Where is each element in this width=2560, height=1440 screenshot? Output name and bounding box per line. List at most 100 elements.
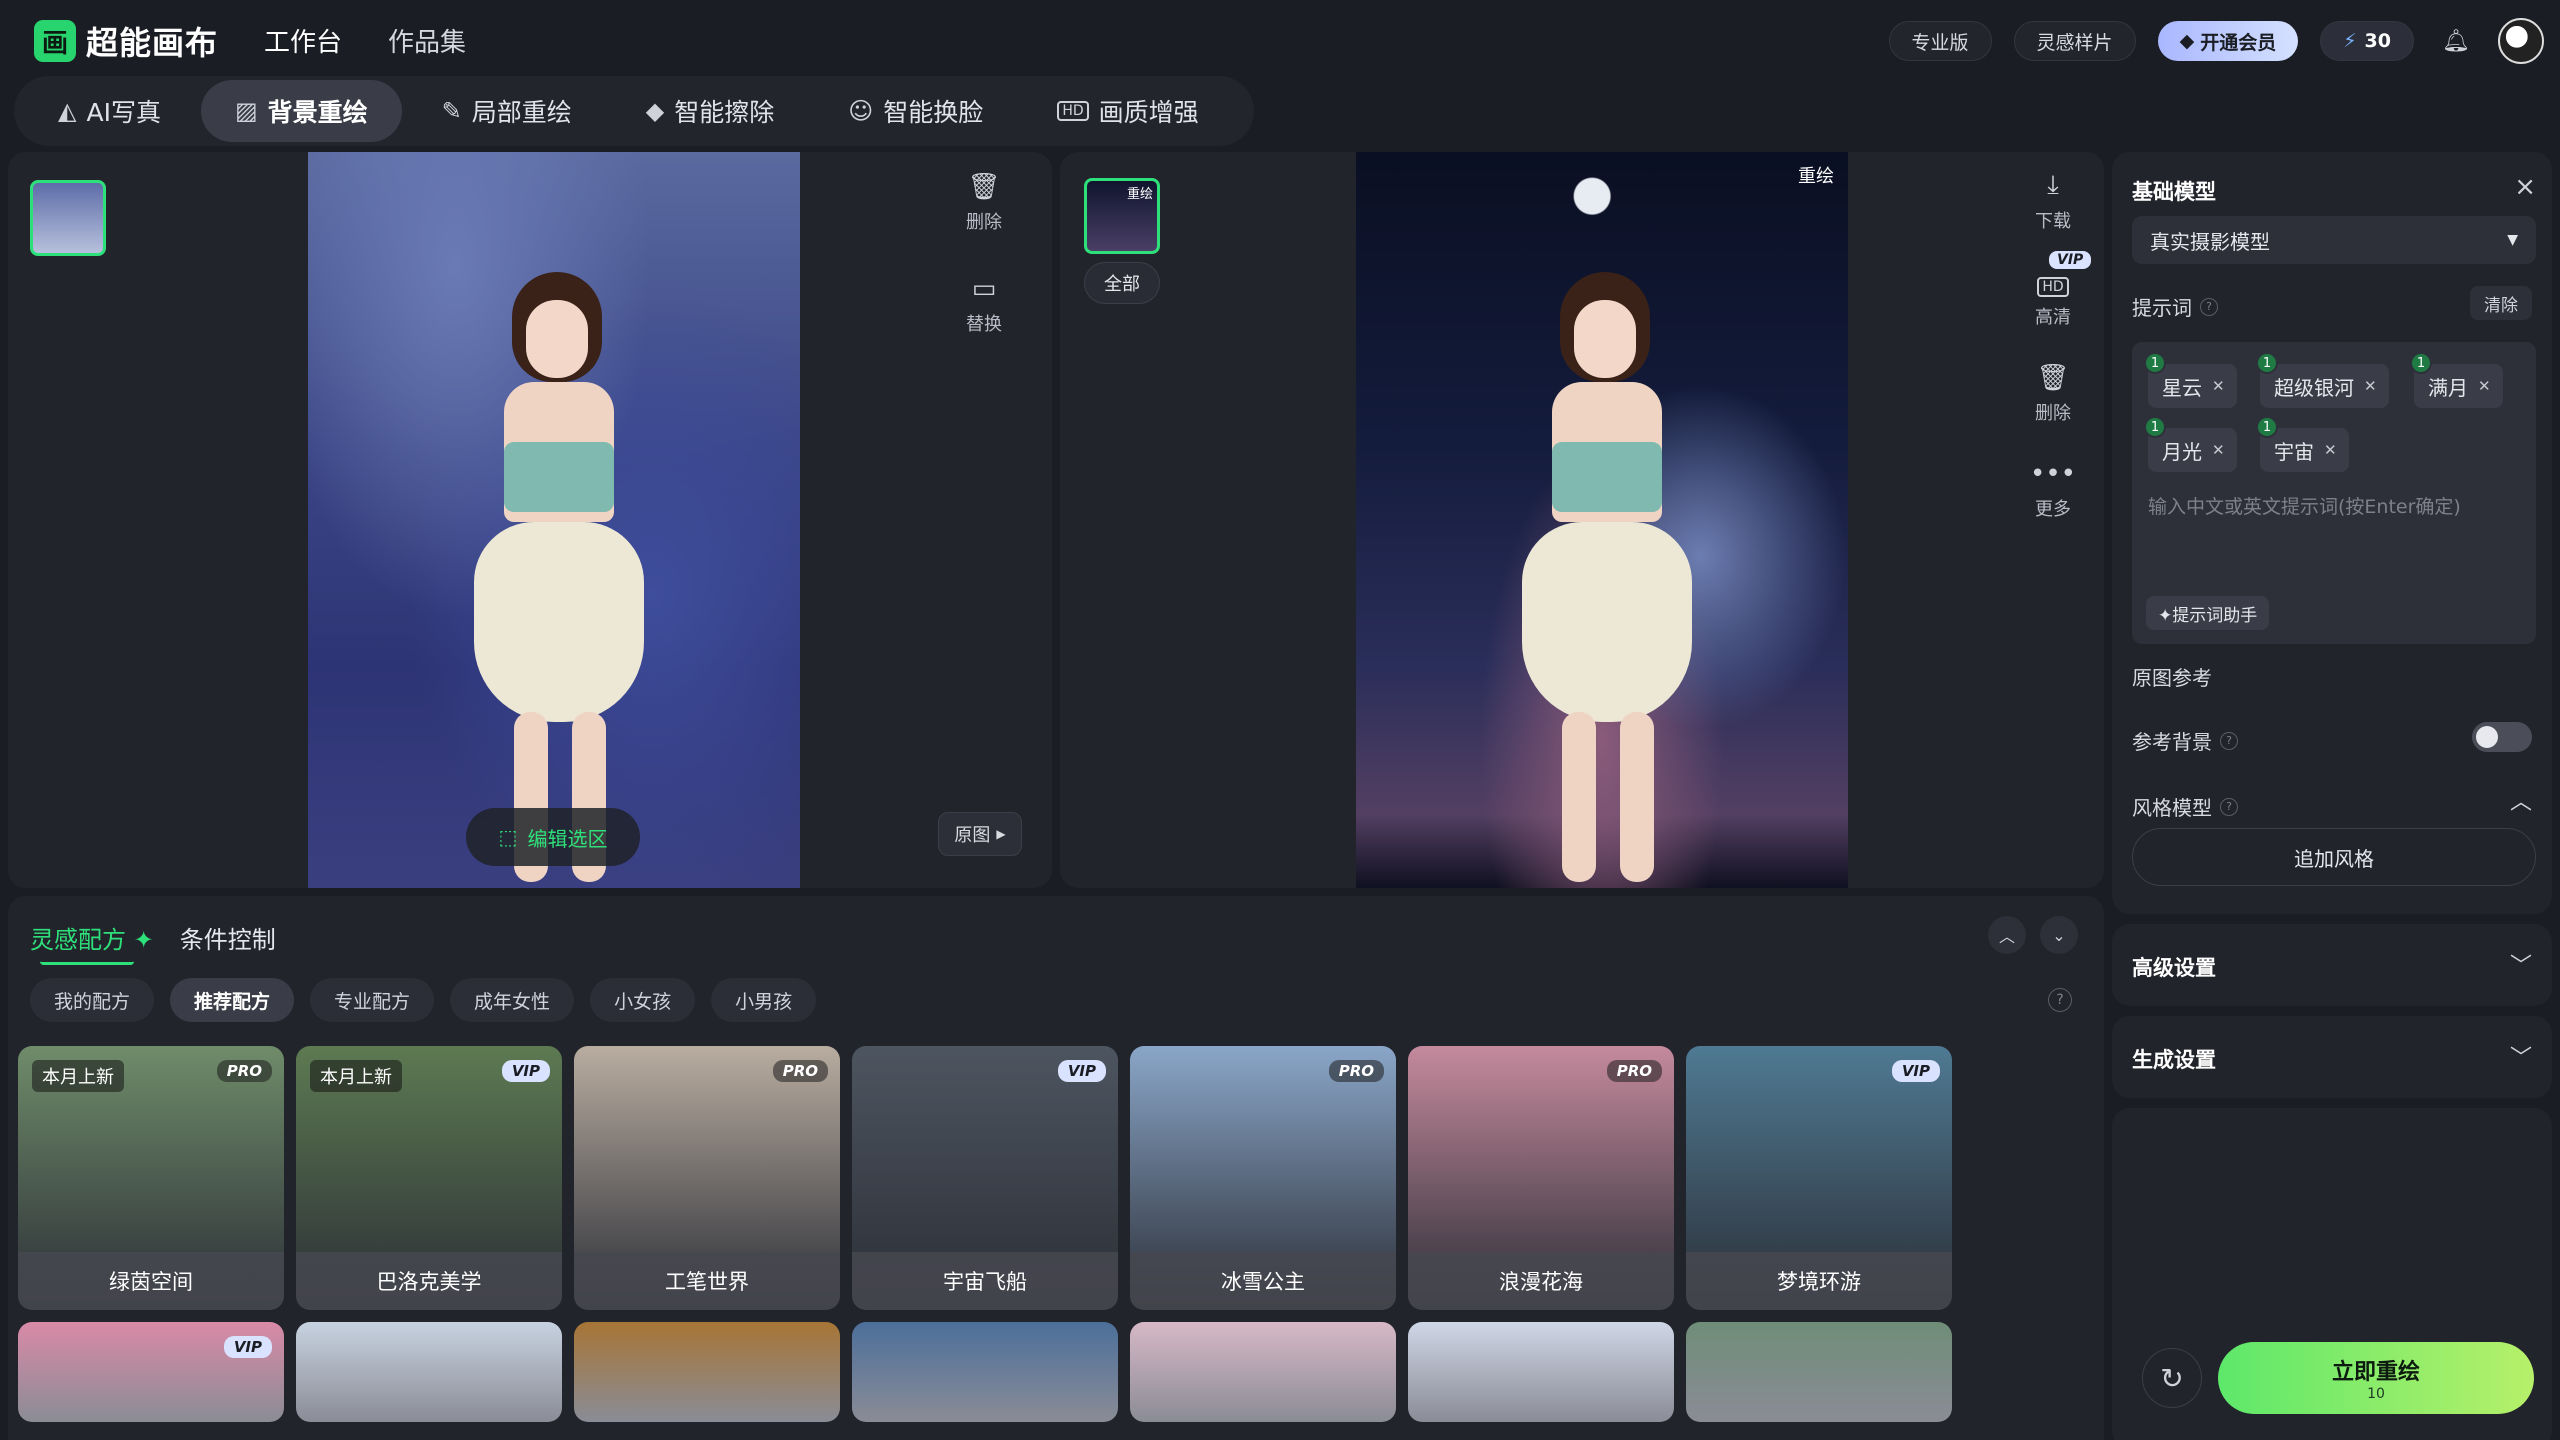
close-icon[interactable]: × [2514, 172, 2536, 202]
recipe-card[interactable]: PRO 冰雪公主 [1130, 1046, 1396, 1310]
generate-settings-section[interactable]: 生成设置 ﹀ [2112, 1016, 2552, 1098]
vip-button[interactable]: ◆ 开通会员 [2157, 21, 2299, 61]
all-button[interactable]: 全部 [1084, 262, 1160, 304]
diamond-icon: ◆ [2179, 30, 2195, 52]
credits-pill[interactable]: ⚡ 30 [2320, 21, 2414, 61]
tab-smart-erase[interactable]: ◆ 智能擦除 [612, 80, 808, 142]
tab-quality-enhance[interactable]: HD 画质增强 [1023, 80, 1232, 142]
trash-icon: 🗑︎ [967, 172, 1001, 202]
delete-result-button[interactable]: 🗑︎ 删除 [2035, 363, 2071, 425]
recipe-card[interactable] [574, 1322, 840, 1422]
app-logo[interactable]: 画 超能画布 [34, 18, 218, 64]
refresh-icon[interactable]: ↻ [2142, 1348, 2202, 1408]
tab-partial-redraw[interactable]: ✎ 局部重绘 [408, 80, 606, 142]
replace-button[interactable]: ▭ 替换 [966, 274, 1002, 336]
recipe-card[interactable] [296, 1322, 562, 1422]
recipe-card[interactable]: PRO 浪漫花海 [1408, 1046, 1674, 1310]
recipe-card[interactable]: PRO 工笔世界 [574, 1046, 840, 1310]
brush-icon: ✎ [441, 97, 462, 125]
recipe-card[interactable]: 本月上新 VIP 巴洛克美学 [296, 1046, 562, 1310]
help-icon[interactable]: ? [2220, 731, 2238, 750]
prompt-tag[interactable]: 1 月光 ✕ [2144, 416, 2237, 472]
chevron-up-icon[interactable]: ︿ [2510, 784, 2532, 816]
recipe-card[interactable]: VIP 宇宙飞船 [852, 1046, 1118, 1310]
prompt-box: 1 星云 ✕ 1 超级银河 ✕ 1 满月 ✕ 1 月光 ✕ 1 宇宙 ✕ 输入中文或英文提示词(按E… [2132, 342, 2536, 644]
prompt-tag-label: 满月 [2428, 375, 2468, 400]
tab-label: 智能换脸 [883, 98, 984, 127]
recipe-card[interactable] [1408, 1322, 1674, 1422]
nav-gallery[interactable]: 作品集 [388, 22, 466, 59]
chevron-up-icon[interactable]: ︿ [1988, 916, 2026, 954]
chip-adult-female[interactable]: 成年女性 [450, 978, 575, 1022]
delete-button[interactable]: 🗑︎ 删除 [966, 172, 1002, 234]
top-bar: 画 超能画布 工作台 作品集 专业版 灵感样片 ◆ 开通会员 ⚡ 30 🔔︎ [0, 0, 2560, 85]
credits-count: 30 [2364, 30, 2391, 52]
chip-little-boy[interactable]: 小男孩 [711, 978, 817, 1022]
close-icon[interactable]: ✕ [2478, 377, 2491, 395]
base-model-select[interactable]: 真实摄影模型 ▼ [2132, 216, 2536, 264]
prompt-tag[interactable]: 1 超级银河 ✕ [2256, 352, 2389, 408]
close-icon[interactable]: ✕ [2364, 377, 2377, 395]
help-icon[interactable]: ? [2220, 797, 2238, 816]
prompt-tag[interactable]: 1 满月 ✕ [2410, 352, 2503, 408]
help-icon[interactable]: ? [2048, 988, 2072, 1012]
nav-workbench[interactable]: 工作台 [264, 22, 342, 85]
tab-background-redraw[interactable]: ▨ 背景重绘 [200, 80, 402, 142]
result-thumbnail[interactable]: 重绘 [1084, 178, 1160, 254]
source-actions: 🗑︎ 删除 ▭ 替换 [966, 172, 1002, 336]
tier-badge: PRO [772, 1060, 828, 1082]
caret-down-icon: ▼ [2507, 232, 2518, 248]
original-button[interactable]: 原图 ▶ [938, 812, 1022, 856]
recipe-card[interactable]: 本月上新 PRO 绿茵空间 [18, 1046, 284, 1310]
tier-badge: PRO [1606, 1060, 1662, 1082]
ref-background-label: 参考背景 [2132, 730, 2212, 754]
recipe-card[interactable] [1686, 1322, 1952, 1422]
chip-little-girl[interactable]: 小女孩 [590, 978, 696, 1022]
bell-icon[interactable]: 🔔︎ [2436, 21, 2476, 61]
add-style-button[interactable]: 追加风格 [2132, 828, 2536, 886]
subject-figure [434, 252, 674, 888]
edit-selection-button[interactable]: ⬚ 编辑选区 [466, 808, 640, 866]
close-icon[interactable]: ✕ [2212, 377, 2225, 395]
recipe-card[interactable] [1130, 1322, 1396, 1422]
advanced-settings-section[interactable]: 高级设置 ﹀ [2112, 924, 2552, 1006]
result-image[interactable]: 重绘 [1356, 152, 1848, 888]
help-icon[interactable]: ? [2200, 297, 2218, 316]
clear-button[interactable]: 清除 [2470, 286, 2532, 320]
inspire-samples-button[interactable]: 灵感样片 [2013, 21, 2136, 61]
prompt-input[interactable]: 输入中文或英文提示词(按Enter确定) [2148, 492, 2461, 519]
avatar[interactable] [2498, 18, 2544, 64]
prompt-tag[interactable]: 1 宇宙 ✕ [2256, 416, 2349, 472]
prompt-assistant-button[interactable]: ✦提示词助手 [2146, 596, 2270, 630]
source-image[interactable] [308, 152, 800, 888]
hd-button[interactable]: VIP HD 高清 [2035, 251, 2092, 329]
chip-recommended[interactable]: 推荐配方 [170, 978, 295, 1022]
tab-ai-portrait[interactable]: ◭ AI写真 [24, 80, 195, 142]
delete-label: 删除 [966, 212, 1002, 233]
ref-background-row: 参考背景 ? [2132, 726, 2238, 755]
original-ref-label: 原图参考 [2132, 666, 2212, 690]
recipe-tabs: 灵感配方 ✦ 条件控制 [30, 920, 276, 965]
prompt-tag-label: 超级银河 [2274, 375, 2354, 400]
ref-background-toggle[interactable] [2472, 722, 2532, 752]
eraser-icon: ◆ [645, 97, 665, 125]
more-button[interactable]: ••• 更多 [2030, 459, 2076, 521]
double-chevron-down-icon[interactable]: ⌄ [2040, 916, 2078, 954]
tab-face-swap[interactable]: ☺ 智能换脸 [814, 80, 1017, 142]
generate-button[interactable]: 立即重绘 10 [2218, 1342, 2534, 1414]
recipe-card[interactable] [852, 1322, 1118, 1422]
download-button[interactable]: ⤓ 下载 [2035, 170, 2071, 233]
recipe-card[interactable]: VIP 梦境环游 [1686, 1046, 1952, 1310]
prompt-tag[interactable]: 1 星云 ✕ [2144, 352, 2237, 408]
close-icon[interactable]: ✕ [2212, 441, 2225, 459]
portrait-icon: ◭ [58, 97, 77, 125]
chip-my-recipe[interactable]: 我的配方 [30, 978, 155, 1022]
pro-version-button[interactable]: 专业版 [1888, 21, 1992, 61]
trash-icon: 🗑︎ [2036, 363, 2070, 393]
recipe-card[interactable]: VIP [18, 1322, 284, 1422]
tab-inspiration-recipe[interactable]: 灵感配方 ✦ [30, 920, 154, 965]
chip-professional[interactable]: 专业配方 [310, 978, 435, 1022]
tab-condition-control[interactable]: 条件控制 [180, 920, 276, 955]
source-thumbnail[interactable] [30, 180, 106, 256]
close-icon[interactable]: ✕ [2324, 441, 2337, 459]
